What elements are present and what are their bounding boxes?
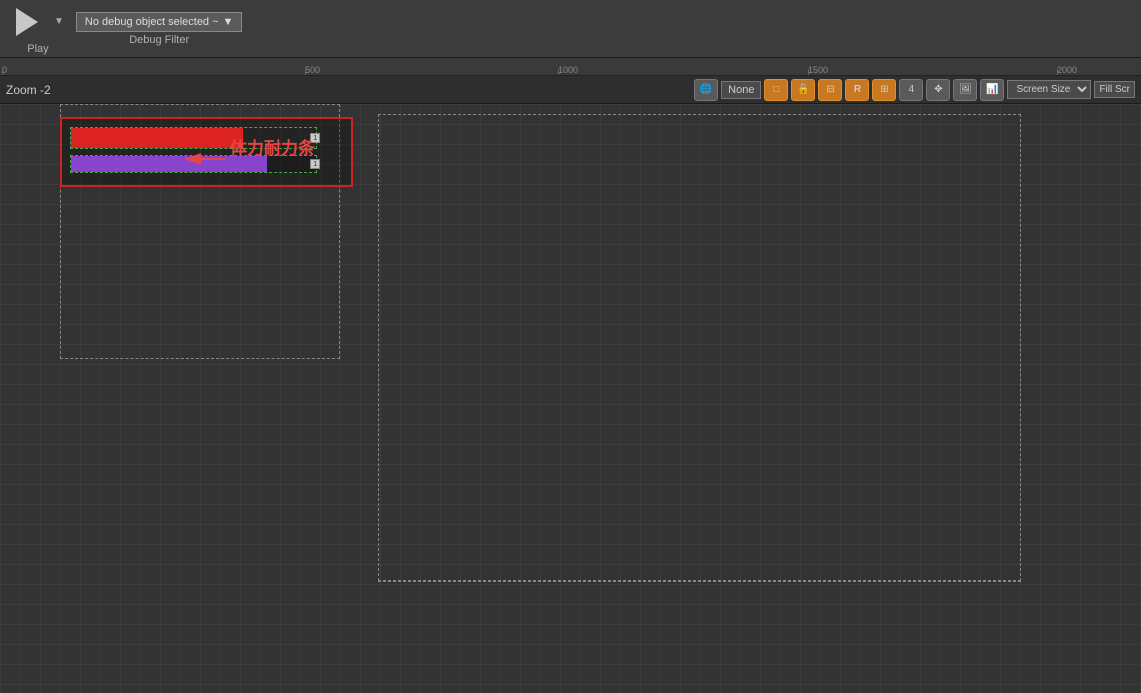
none-button[interactable]: None (721, 81, 761, 99)
right-panel-bottom (378, 581, 1021, 582)
top-toolbar: ▼ Play No debug object selected ~ ▼ Debu… (0, 0, 1141, 58)
r-button[interactable]: R (845, 79, 869, 101)
move-icon-btn[interactable]: ✥ (926, 79, 950, 101)
debug-filter-label: Debug Filter (129, 34, 189, 46)
debug-filter-text: No debug object selected ~ (85, 16, 219, 28)
ruler-tick-0: 0 (2, 65, 7, 75)
play-icon (16, 8, 38, 36)
ruler-content: 0 500 1000 1500 2000 (0, 58, 1141, 75)
fill-scr-button[interactable]: Fill Scr (1094, 81, 1135, 98)
ruler-bar: 0 500 1000 1500 2000 (0, 58, 1141, 76)
toolbar-right: 🌐 None □ 🔒 ⊟ R ⊞ 4 ✥ 🖼 📊 Screen Size Fil… (694, 79, 1135, 101)
grid-icon-btn[interactable]: ⊞ (872, 79, 896, 101)
globe-icon-btn[interactable]: 🌐 (694, 79, 718, 101)
screen-size-select[interactable]: Screen Size (1007, 80, 1091, 99)
chart-icon-btn[interactable]: 📊 (980, 79, 1004, 101)
ruler-tick-2000: 2000 (1057, 65, 1077, 75)
hp-bar-fill (71, 128, 243, 148)
ruler-tick-1000: 1000 (558, 65, 578, 75)
canvas-area: 1 1 体力耐力条 99999 金币 (0, 104, 1141, 693)
health-bar-annotation: 体力耐力条 (230, 134, 315, 159)
play-label: Play (27, 43, 48, 55)
ruler-tick-1500: 1500 (808, 65, 828, 75)
debug-filter-dropdown-icon: ▼ (223, 16, 234, 28)
right-panel (378, 114, 1021, 581)
layers-icon-btn[interactable]: ⊟ (818, 79, 842, 101)
zoom-label: Zoom -2 (6, 83, 51, 97)
orange-icon-btn-1[interactable]: □ (764, 79, 788, 101)
play-container: ▼ Play (8, 3, 68, 55)
stamina-bar-handle[interactable]: 1 (310, 159, 320, 169)
play-button[interactable] (8, 3, 46, 41)
image-icon-btn[interactable]: 🖼 (953, 79, 977, 101)
debug-filter-button[interactable]: No debug object selected ~ ▼ (76, 12, 243, 32)
debug-filter-container: No debug object selected ~ ▼ Debug Filte… (76, 12, 243, 46)
second-toolbar: Zoom -2 🌐 None □ 🔒 ⊟ R ⊞ 4 ✥ 🖼 📊 Screen … (0, 76, 1141, 104)
play-dropdown-arrow[interactable]: ▼ (50, 14, 68, 29)
number-4-btn[interactable]: 4 (899, 79, 923, 101)
lock-icon-btn[interactable]: 🔒 (791, 79, 815, 101)
ruler-tick-500: 500 (305, 65, 320, 75)
